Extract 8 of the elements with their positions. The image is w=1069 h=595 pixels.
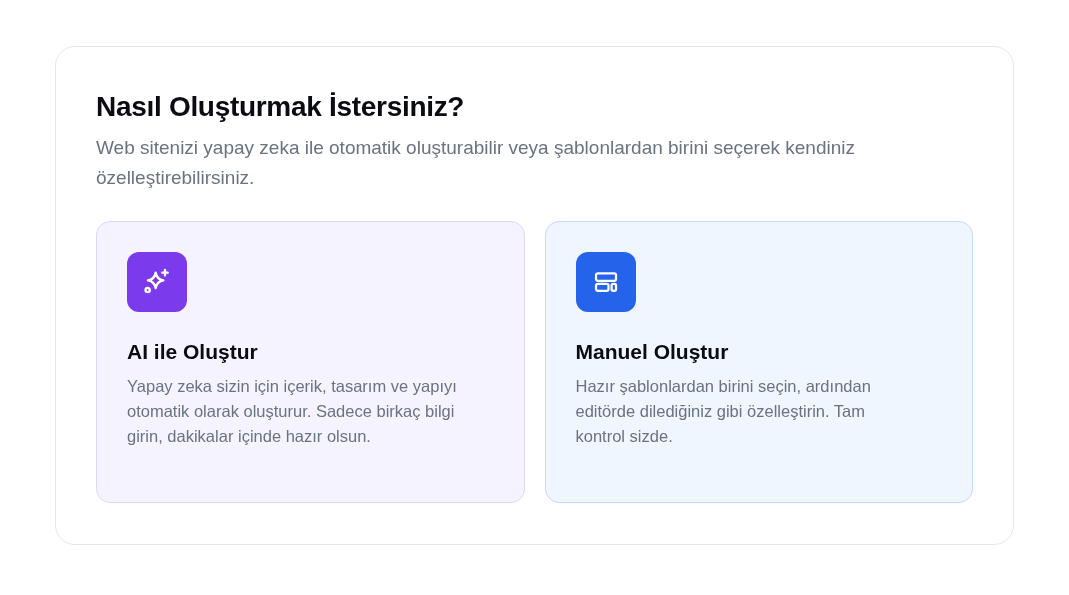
card-title: Manuel Oluştur [575, 340, 730, 364]
option-card[interactable]: AI ile Oluştur Yapay zeka sizin için içerik, tasarım ve yapıyı otomatik olarak oluşturur. Sadece birkaç bilgi girin, dakikalar içinde hazır olsun. [96, 221, 525, 503]
card-description: Yapay zeka sizin için içerik, tasarım ve yapıyı otomatik olarak oluşturur. Sadece birkaç bilgi girin, dakikalar içinde hazır olsun. [127, 376, 458, 447]
panel-title: Nasıl Oluşturmak İstersiniz? [96, 91, 466, 123]
card-description: Hazır şablonlardan birini seçin, ardından editörde dilediğiniz gibi özelleştirin. Tam kontrol sizde. [575, 376, 872, 447]
option-card[interactable]: Manuel Oluştur Hazır şablonlardan birini seçin, ardından editörde dilediğiniz gibi özelleştirin. Tam kontrol sizde. [544, 221, 973, 503]
panel-subtitle: Web sitenizi yapay zeka ile otomatik oluşturabilir veya şablonlardan birini seçerek kendiniz özelleştirebilirsiniz. [96, 136, 856, 190]
card-title: AI ile Oluştur [127, 340, 259, 364]
